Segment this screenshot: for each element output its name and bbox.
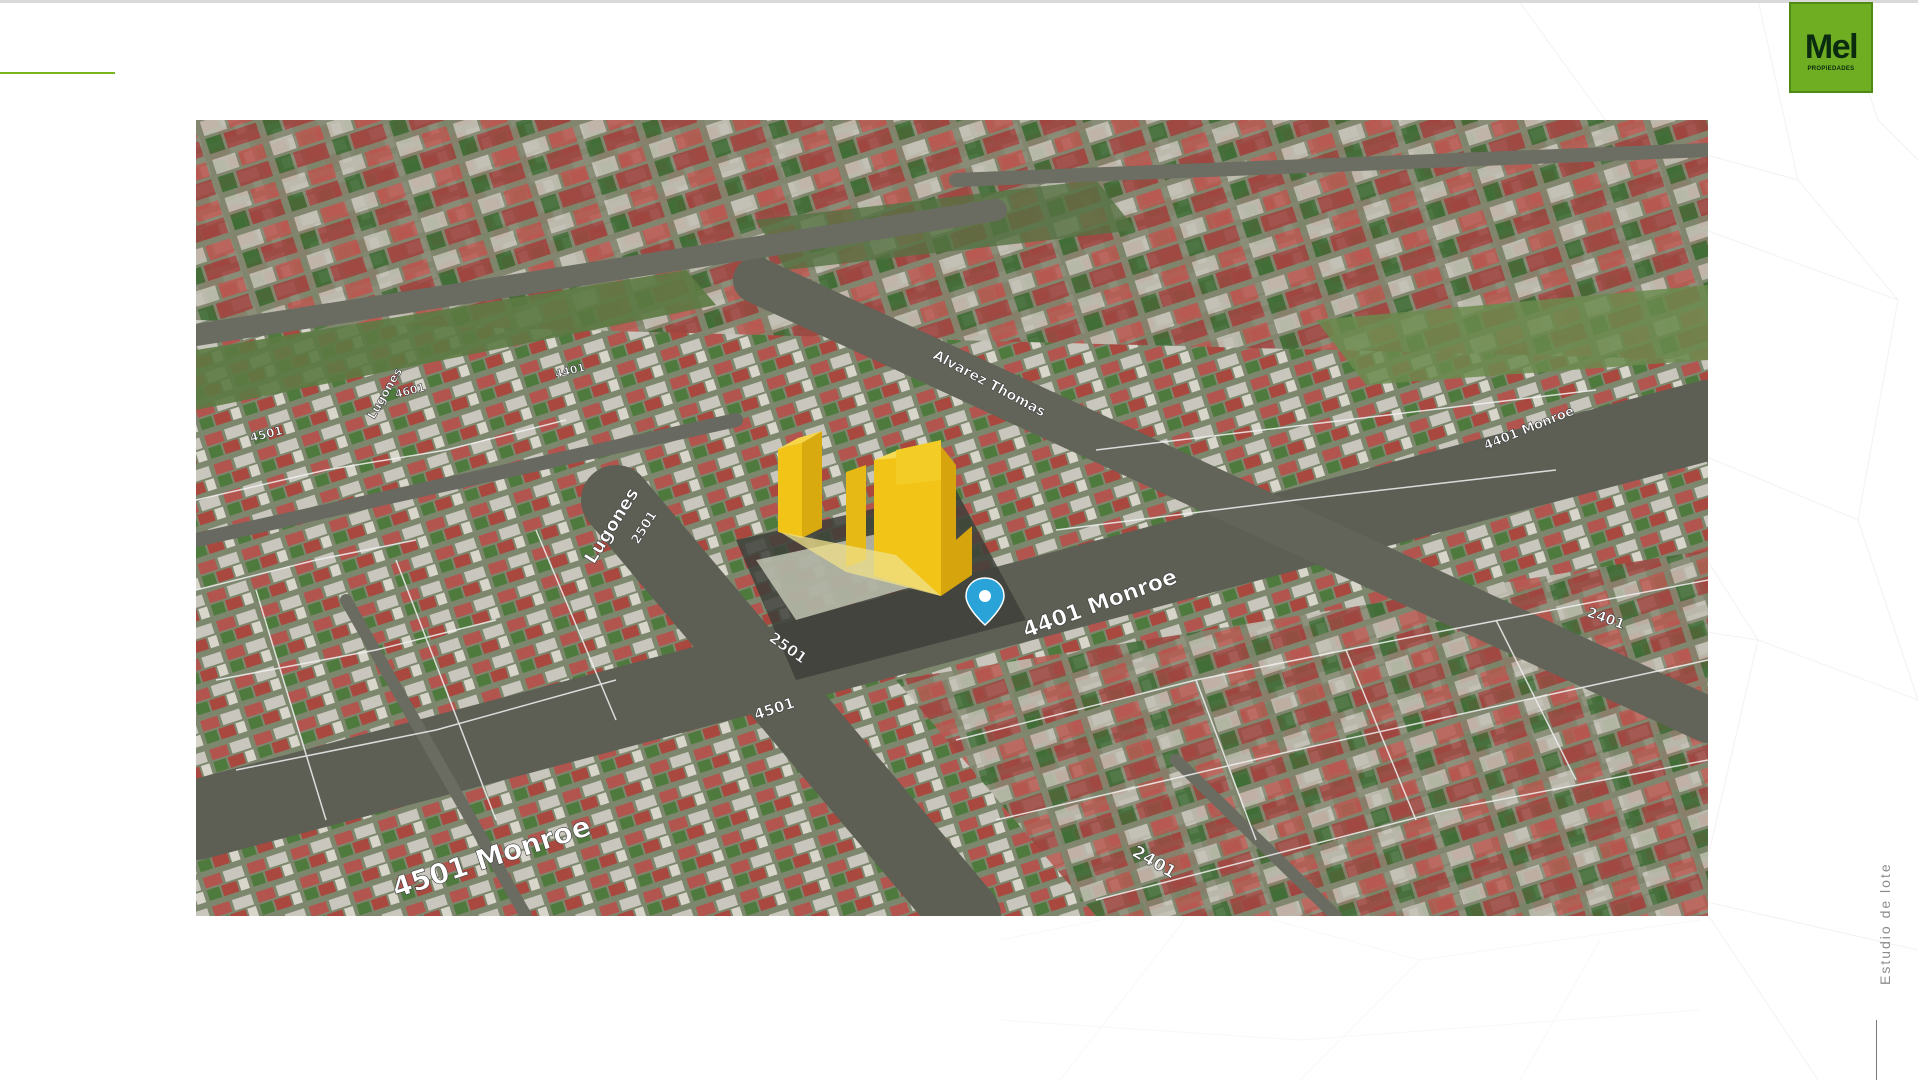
- logo-wordmark: Mel: [1804, 27, 1859, 66]
- logo-subtitle: PROPIEDADES: [1807, 65, 1855, 72]
- section-label: Estudio de lote: [1877, 862, 1893, 985]
- vertical-divider: [1876, 1020, 1877, 1080]
- company-logo: Mel PROPIEDADES: [1789, 2, 1873, 93]
- aerial-map-view[interactable]: 4401 Monroe 4501 Monroe Lugones 2501 250…: [196, 120, 1708, 916]
- accent-line: [0, 72, 115, 74]
- background-map-pattern-bottom: [1000, 900, 1700, 1080]
